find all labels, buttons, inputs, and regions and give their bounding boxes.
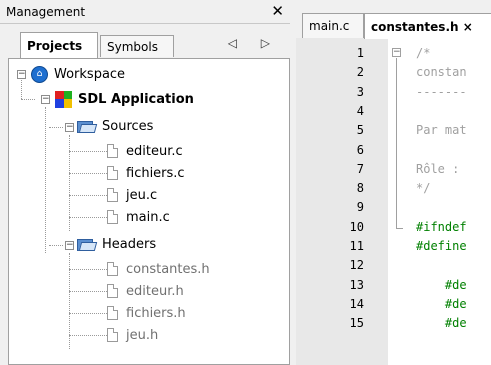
file-icon — [107, 144, 118, 158]
tree-item-file[interactable]: constantes.h — [107, 259, 210, 279]
file-icon — [107, 262, 118, 276]
file-label: jeu.c — [126, 187, 158, 203]
line-number: 10 — [349, 219, 364, 234]
line-number: 9 — [356, 200, 364, 215]
project-collapse-toggle[interactable]: − — [41, 95, 50, 104]
tab-symbols-label: Symbols — [107, 39, 158, 54]
code-line: constan — [416, 65, 467, 80]
tab-main-c[interactable]: main.c — [302, 13, 364, 38]
tab-projects[interactable]: Projects — [20, 32, 98, 58]
sdl-application-icon — [55, 90, 72, 108]
fold-end — [396, 228, 403, 229]
editor-tabs: main.c constantes.h × — [296, 0, 491, 39]
folder-open-icon — [77, 237, 98, 251]
management-panel: Management ✕ Projects Symbols ◁ ▷ − ⌂ Wo… — [0, 0, 290, 365]
code-line: #define — [416, 239, 467, 253]
code-line: #ifndef — [416, 219, 467, 234]
folder-label: Headers — [102, 236, 157, 252]
fold-collapse-icon[interactable]: − — [392, 48, 401, 57]
file-label: fichiers.h — [126, 305, 186, 321]
tree-item-file[interactable]: fichiers.h — [107, 303, 186, 323]
tree-item-sdl-application[interactable]: SDL Application — [55, 89, 194, 109]
folder-label: Sources — [102, 118, 154, 134]
management-titlebar: Management ✕ — [0, 0, 290, 24]
tab-symbols[interactable]: Symbols — [100, 35, 174, 57]
tree-item-file[interactable]: fichiers.c — [107, 163, 185, 183]
workspace-label: Workspace — [54, 66, 126, 82]
workspace-icon: ⌂ — [31, 65, 48, 83]
tab-main-c-label: main.c — [309, 19, 350, 33]
project-tree: − ⌂ Workspace − SDL Application − Source… — [8, 58, 290, 365]
file-label: jeu.h — [126, 327, 159, 343]
code-line: */ — [416, 181, 431, 196]
file-label: editeur.h — [126, 283, 184, 299]
file-icon — [107, 284, 118, 298]
tree-item-file[interactable]: jeu.c — [107, 185, 157, 205]
headers-collapse-toggle[interactable]: − — [65, 241, 74, 250]
line-number: 12 — [349, 258, 364, 273]
code-line: Rôle : — [416, 161, 460, 176]
tree-item-workspace[interactable]: ⌂ Workspace — [31, 64, 125, 84]
file-label: main.c — [126, 209, 170, 225]
line-number: 4 — [356, 103, 364, 118]
tree-item-file[interactable]: editeur.c — [107, 141, 183, 161]
tree-item-headers[interactable]: Headers — [77, 234, 156, 254]
tree-item-file[interactable]: jeu.h — [107, 325, 158, 345]
code-line: Par mat — [416, 123, 467, 138]
tree-item-sources[interactable]: Sources — [77, 116, 153, 136]
tab-projects-label: Projects — [27, 38, 83, 53]
line-number: 14 — [349, 296, 364, 311]
code-line: ------- — [416, 84, 467, 99]
file-icon — [107, 188, 118, 202]
line-number: 1 — [356, 46, 364, 60]
file-icon — [107, 328, 118, 342]
line-number: 15 — [349, 316, 364, 331]
line-number: 7 — [356, 161, 364, 176]
file-icon — [107, 166, 118, 180]
sources-collapse-toggle[interactable]: − — [65, 123, 74, 132]
file-label: constantes.h — [126, 261, 210, 277]
code-line: #de — [416, 316, 467, 331]
management-title: Management — [6, 4, 86, 19]
tab-constantes-h-label: constantes.h × — [371, 19, 473, 34]
tree-item-file[interactable]: main.c — [107, 207, 170, 227]
editor-panel: main.c constantes.h × 1 /* 2 constan 3 ------… — [296, 0, 491, 365]
fold-line — [396, 58, 397, 228]
file-label: fichiers.c — [126, 165, 185, 181]
file-icon — [107, 306, 118, 320]
code-line: #de — [416, 277, 467, 292]
tab-scroll-arrows-icon[interactable]: ◁ ▷ — [228, 36, 280, 50]
folder-open-icon — [77, 119, 98, 133]
file-icon — [107, 210, 118, 224]
line-number: 2 — [356, 65, 364, 80]
code-line: #de — [416, 296, 467, 311]
line-number: 5 — [356, 123, 364, 138]
line-number: 6 — [356, 142, 364, 157]
line-number: 13 — [349, 277, 364, 292]
workspace-collapse-toggle[interactable]: − — [17, 70, 26, 79]
project-label: SDL Application — [78, 91, 194, 107]
code-line: /* — [416, 46, 431, 60]
code-editor[interactable]: 1 /* 2 constan 3 ------- 4 5 Par mat 6 7 Rôle : 8 */ 9… — [296, 38, 491, 365]
tab-constantes-h[interactable]: constantes.h × — [364, 13, 491, 39]
tree-item-file[interactable]: editeur.h — [107, 281, 184, 301]
file-label: editeur.c — [126, 143, 183, 159]
line-number: 3 — [356, 84, 364, 99]
line-number: 11 — [349, 239, 364, 253]
management-tabs: Projects Symbols ◁ ▷ — [8, 31, 290, 59]
line-number: 8 — [356, 181, 364, 196]
close-icon[interactable]: ✕ — [271, 4, 284, 19]
